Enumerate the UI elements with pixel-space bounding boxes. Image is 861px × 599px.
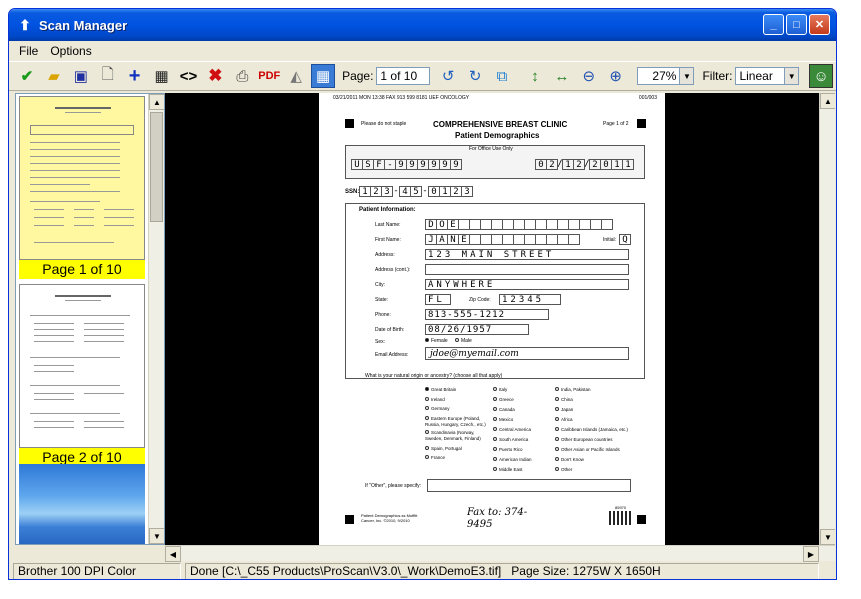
thumbnail-page-3[interactable] bbox=[19, 464, 145, 544]
window-title: Scan Manager bbox=[39, 17, 128, 33]
scroll-down-icon[interactable]: ▼ bbox=[149, 528, 164, 544]
printer-icon[interactable]: ⎙ bbox=[230, 64, 254, 88]
thumbnail-panel[interactable]: Page 1 of 10 Page 2 of 10 ▲ ▼ bbox=[15, 93, 165, 545]
thumbnail-image bbox=[19, 284, 145, 448]
scroll-up-icon[interactable]: ▲ bbox=[820, 93, 835, 109]
status-bar: Brother 100 DPI Color Done [C:\_C55 Prod… bbox=[9, 561, 836, 579]
rotate-right-icon[interactable]: ↻ bbox=[463, 64, 487, 88]
pdf-icon[interactable]: PDF bbox=[257, 64, 281, 88]
new-page-icon[interactable]: 🗋 bbox=[96, 64, 120, 88]
fit-height-icon[interactable]: ↕ bbox=[523, 64, 547, 88]
form-subtitle: Patient Demographics bbox=[455, 131, 540, 140]
chevron-down-icon[interactable]: ▼ bbox=[784, 68, 799, 84]
barcode-icon bbox=[609, 511, 631, 525]
zoom-select[interactable]: 27% ▼ bbox=[636, 67, 695, 85]
thumbnail-image bbox=[19, 96, 145, 260]
scroll-left-icon[interactable]: ◀ bbox=[165, 546, 181, 562]
zoom-in-icon[interactable]: ⊕ bbox=[604, 64, 628, 88]
rotate-left-icon[interactable]: ↺ bbox=[436, 64, 460, 88]
delete-x-icon[interactable]: ✖ bbox=[203, 64, 227, 88]
title-bar[interactable]: ⬆ Scan Manager _ □ ✕ bbox=[9, 9, 836, 41]
scroll-down-icon[interactable]: ▼ bbox=[820, 529, 835, 545]
flip-page-icon[interactable]: ⧉ bbox=[490, 64, 514, 88]
user-avatar-icon[interactable]: ☺ bbox=[809, 64, 834, 88]
menu-options[interactable]: Options bbox=[44, 42, 97, 60]
menu-bar: File Options bbox=[9, 41, 836, 61]
maximize-button[interactable]: □ bbox=[786, 14, 807, 35]
thumbnail-label: Page 1 of 10 bbox=[19, 260, 145, 279]
code-brackets-icon[interactable]: <> bbox=[177, 64, 201, 88]
add-plus-icon[interactable]: + bbox=[123, 64, 147, 88]
zoom-out-icon[interactable]: ⊖ bbox=[577, 64, 601, 88]
clinic-title: COMPREHENSIVE BREAST CLINIC bbox=[433, 120, 568, 129]
filter-label: Filter: bbox=[702, 69, 733, 83]
thumbnail-scrollbar[interactable]: ▲ ▼ bbox=[148, 94, 164, 544]
date-boxes: 0 2/1 2/2 0 1 1 bbox=[535, 159, 634, 170]
close-button[interactable]: ✕ bbox=[809, 14, 830, 35]
page-label: Page: bbox=[342, 69, 374, 83]
app-window: ⬆ Scan Manager _ □ ✕ File Options ✔ ▰ ▣ … bbox=[8, 8, 837, 580]
page-input[interactable]: 1 of 10 bbox=[376, 67, 431, 85]
thumbnail-page-1[interactable]: Page 1 of 10 bbox=[19, 96, 145, 279]
app-icon: ⬆ bbox=[19, 16, 31, 33]
fit-width-icon[interactable]: ↔ bbox=[550, 64, 574, 88]
document-page: 03/21/2011 MON 13:38 FAX 913 599 8181 UE… bbox=[319, 93, 665, 545]
scroll-up-icon[interactable]: ▲ bbox=[149, 94, 164, 110]
handwritten-note: Fax to: 374-9495 bbox=[467, 507, 528, 530]
chevron-down-icon[interactable]: ▼ bbox=[679, 68, 694, 84]
status-message: Done [C:\_C55 Products\ProScan\V3.0\_Wor… bbox=[185, 562, 819, 579]
scroll-right-icon[interactable]: ▶ bbox=[803, 546, 819, 562]
thumbnail-grid-icon[interactable]: ▦ bbox=[311, 64, 336, 88]
menu-file[interactable]: File bbox=[13, 42, 44, 60]
scrollbar-thumb[interactable] bbox=[150, 112, 163, 222]
calculator-icon[interactable]: ▦ bbox=[150, 64, 174, 88]
ssn-boxes: 123-45-0123 bbox=[359, 186, 473, 197]
mrn-boxes: USF-999999 bbox=[351, 159, 462, 170]
open-folder-icon[interactable]: ▰ bbox=[42, 64, 66, 88]
save-disk-icon[interactable]: ▣ bbox=[69, 64, 93, 88]
minimize-button[interactable]: _ bbox=[763, 14, 784, 35]
document-viewer[interactable]: 03/21/2011 MON 13:38 FAX 913 599 8181 UE… bbox=[165, 93, 835, 545]
status-scanner: Brother 100 DPI Color bbox=[13, 562, 181, 579]
viewer-vertical-scrollbar[interactable]: ▲ ▼ bbox=[819, 93, 835, 545]
scanner-icon[interactable]: ◭ bbox=[284, 64, 308, 88]
thumbnail-page-2[interactable]: Page 2 of 10 bbox=[19, 284, 145, 467]
filter-select[interactable]: Linear ▼ bbox=[735, 67, 800, 85]
thumbnail-image bbox=[19, 464, 145, 544]
accept-check-icon[interactable]: ✔ bbox=[15, 64, 39, 88]
viewer-horizontal-scrollbar[interactable]: ◀ ▶ bbox=[165, 545, 835, 562]
toolbar: ✔ ▰ ▣ 🗋 + ▦ <> ✖ ⎙ PDF ◭ ▦ Page: 1 of 10… bbox=[9, 61, 836, 91]
